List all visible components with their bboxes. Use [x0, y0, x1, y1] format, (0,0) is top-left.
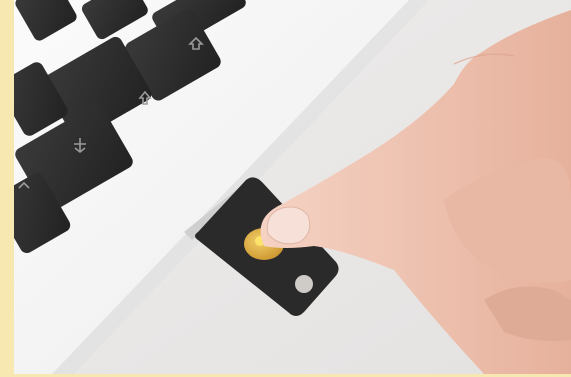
security-key-photo: [14, 0, 571, 374]
fingernail: [266, 206, 311, 245]
photo-canvas: [14, 0, 571, 374]
image-frame: [0, 0, 571, 377]
keyring-hole: [295, 275, 313, 293]
